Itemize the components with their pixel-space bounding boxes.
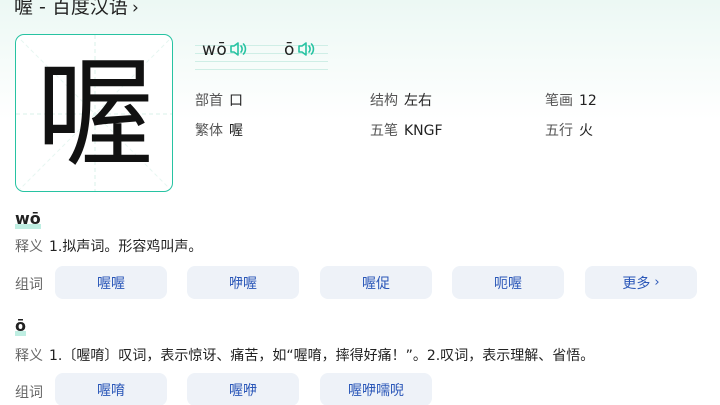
info-wubi: 五笔 KNGF — [370, 120, 443, 140]
pronunciation-1[interactable]: wō — [202, 40, 247, 62]
info-value[interactable]: 口 — [229, 93, 243, 109]
more-label: 更多 — [622, 275, 651, 292]
section-1-words-label: 组词 — [15, 277, 43, 293]
word-chip[interactable]: 喔咿嚅唲 — [320, 373, 432, 405]
word-chip[interactable]: 呃喔 — [452, 266, 564, 299]
section-2-pinyin: ō — [15, 316, 26, 336]
pronunciation-1-pinyin: wō — [202, 40, 228, 60]
info-label: 结构 — [370, 93, 398, 109]
section-1-pinyin: wō — [15, 209, 41, 229]
section-2-definition: 释义 1.〔喔唷〕叹词，表示惊讶、痛苦，如“喔唷，摔得好痛！”。2.叹词，表示理解… — [15, 345, 594, 365]
speaker-icon[interactable] — [229, 41, 247, 62]
word-chip[interactable]: 喔促 — [320, 266, 432, 299]
word-chip[interactable]: 喔喔 — [55, 266, 167, 299]
word-chip[interactable]: 咿喔 — [187, 266, 299, 299]
pronunciation-2[interactable]: ō — [284, 40, 315, 62]
info-label: 五行 — [545, 123, 573, 139]
definition-label: 释义 — [15, 239, 43, 255]
speaker-icon[interactable] — [297, 41, 315, 62]
section-2-words-label: 组词 — [15, 385, 43, 401]
info-value: 喔 — [229, 123, 243, 139]
definition-text: 1.〔喔唷〕叹词，表示惊讶、痛苦，如“喔唷，摔得好痛！”。2.叹词，表示理解、省… — [49, 348, 595, 364]
section-1-definition: 释义 1.拟声词。形容鸡叫声。 — [15, 236, 202, 256]
word-chip[interactable]: 喔咿 — [187, 373, 299, 405]
chevron-right-icon: › — [131, 0, 139, 18]
info-structure: 结构 左右 — [370, 90, 432, 110]
page-title-text: 喔 - 百度汉语 — [14, 0, 128, 18]
info-radical: 部首口 — [195, 90, 243, 110]
character-glyph: 喔 — [35, 45, 154, 183]
info-label: 笔画 — [545, 93, 573, 109]
info-element: 五行火 — [545, 120, 593, 140]
info-value: KNGF — [404, 123, 443, 139]
info-traditional: 繁体喔 — [195, 120, 243, 140]
info-label: 部首 — [195, 93, 223, 109]
info-strokes: 笔画 12 — [545, 90, 597, 110]
word-chip[interactable]: 喔唷 — [55, 373, 167, 405]
info-value: 左右 — [404, 93, 432, 109]
chevron-right-icon: › — [654, 275, 660, 290]
character-box: 喔 — [15, 34, 173, 192]
pronunciation-2-pinyin: ō — [284, 40, 295, 60]
definition-text: 1.拟声词。形容鸡叫声。 — [49, 239, 203, 255]
info-label: 繁体 — [195, 123, 223, 139]
more-button[interactable]: 更多 › — [585, 266, 697, 299]
info-label: 五笔 — [370, 123, 398, 139]
info-value: 火 — [579, 123, 593, 139]
definition-label: 释义 — [15, 348, 43, 364]
page-title[interactable]: 喔 - 百度汉语 › — [14, 0, 139, 19]
info-value: 12 — [579, 93, 597, 109]
